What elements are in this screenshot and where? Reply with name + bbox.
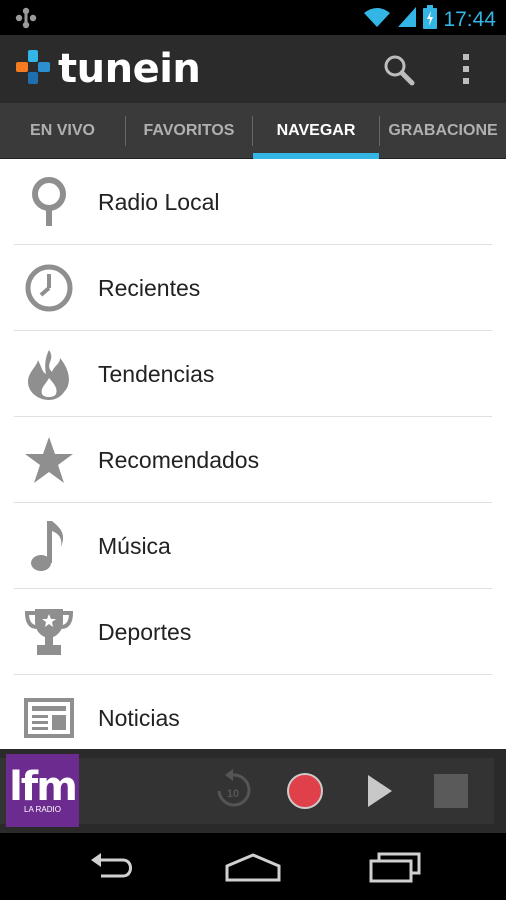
tab-favoritos[interactable]: FAVORITOS <box>126 103 252 159</box>
tab-bar: EN VIVO FAVORITOS NAVEGAR GRABACIONE <box>0 103 506 159</box>
stop-button[interactable] <box>433 773 469 809</box>
list-item-label: Música <box>98 532 171 559</box>
tab-grabaciones[interactable]: GRABACIONE <box>380 103 506 159</box>
action-bar: tunein <box>0 35 506 103</box>
list-item-label: Noticias <box>98 704 180 731</box>
station-logo-subtitle: LA RADIO <box>24 805 61 814</box>
record-button[interactable] <box>287 773 323 809</box>
rewind-10-button[interactable]: 10 <box>214 769 252 809</box>
rewind-seconds-label: 10 <box>227 788 239 800</box>
notification-icon <box>14 7 38 34</box>
recent-apps-icon[interactable] <box>366 849 426 885</box>
list-item-musica[interactable]: Música <box>0 503 506 589</box>
system-nav-bar <box>0 833 506 900</box>
home-icon[interactable] <box>223 849 283 885</box>
wifi-icon <box>363 6 391 33</box>
now-playing-bar: lfm LA RADIO 10 <box>0 749 506 833</box>
tab-en-vivo[interactable]: EN VIVO <box>0 103 125 159</box>
overflow-menu-icon[interactable] <box>455 51 477 87</box>
tab-navegar[interactable]: NAVEGAR <box>253 103 379 159</box>
list-item-label: Recientes <box>98 274 201 301</box>
list-item-recomendados[interactable]: Recomendados <box>0 417 506 503</box>
play-button[interactable] <box>364 773 396 809</box>
tunein-plus-icon <box>16 49 50 89</box>
location-pin-icon <box>0 159 98 245</box>
brand-name: tunein <box>58 46 201 92</box>
clock-icon <box>0 245 98 331</box>
flame-icon <box>0 331 98 417</box>
list-item-tendencias[interactable]: Tendencias <box>0 331 506 417</box>
list-item-label: Recomendados <box>98 446 260 473</box>
station-logo-text: lfm <box>9 764 78 810</box>
list-item-radio-local[interactable]: Radio Local <box>0 159 506 245</box>
status-bar: 17:44 <box>0 0 506 35</box>
browse-list: Radio Local Recientes Tendencias Recomen… <box>0 159 506 749</box>
station-logo[interactable]: lfm LA RADIO <box>6 754 79 827</box>
star-icon <box>0 417 98 503</box>
list-item-recientes[interactable]: Recientes <box>0 245 506 331</box>
search-icon[interactable] <box>382 53 416 87</box>
list-item-noticias[interactable]: Noticias <box>0 675 506 749</box>
back-icon[interactable] <box>82 849 142 885</box>
list-item-label: Radio Local <box>98 188 220 215</box>
clock-time: 17:44 <box>443 7 496 31</box>
newspaper-icon <box>0 675 98 749</box>
music-note-icon <box>0 503 98 589</box>
list-item-deportes[interactable]: Deportes <box>0 589 506 675</box>
signal-icon <box>397 6 417 33</box>
app-logo: tunein <box>16 46 201 92</box>
list-item-label: Tendencias <box>98 360 215 387</box>
battery-icon <box>423 5 438 34</box>
trophy-icon <box>0 589 98 675</box>
list-item-label: Deportes <box>98 618 192 645</box>
